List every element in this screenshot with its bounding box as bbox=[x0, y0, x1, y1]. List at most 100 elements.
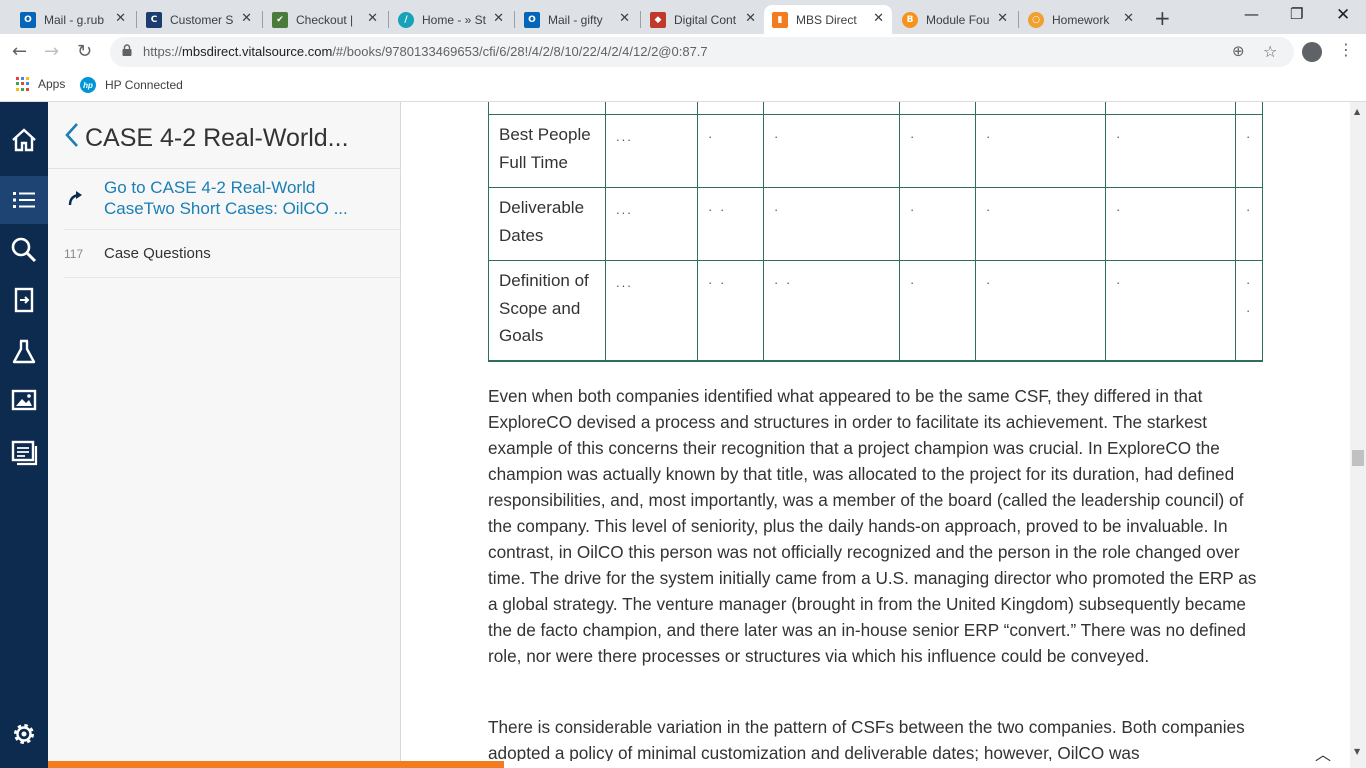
page-scrollbar[interactable]: ▲ ▼ bbox=[1350, 102, 1366, 768]
goto-section-label: Go to CASE 4-2 Real-World CaseTwo Short … bbox=[104, 178, 348, 218]
chrome-menu-icon[interactable]: ⋮ bbox=[1338, 40, 1354, 59]
close-tab-icon[interactable]: ✕ bbox=[745, 11, 756, 26]
browser-tab-strip: O Mail - g.rub ✕ C Customer S ✕ ✔ Checko… bbox=[0, 0, 1366, 34]
flashcards-button[interactable] bbox=[0, 328, 48, 376]
minimize-button[interactable]: — bbox=[1244, 5, 1259, 23]
tab-customer-service[interactable]: C Customer S ✕ bbox=[138, 5, 260, 34]
bookmark-label: Apps bbox=[38, 77, 66, 91]
close-tab-icon[interactable]: ✕ bbox=[493, 11, 504, 26]
go-to-page-button[interactable] bbox=[0, 276, 48, 324]
scroll-up-icon[interactable]: ▲ bbox=[1354, 107, 1360, 116]
table-cell: · · bbox=[763, 260, 900, 361]
bookmark-hp-connected[interactable]: hp HP Connected bbox=[80, 77, 183, 93]
tab-checkout[interactable]: ✔ Checkout | ✕ bbox=[264, 5, 386, 34]
tab-mbs-direct[interactable]: ▮ MBS Direct ✕ bbox=[764, 5, 892, 34]
table-cell bbox=[488, 102, 606, 115]
tab-module[interactable]: B Module Fou ✕ bbox=[894, 5, 1016, 34]
table-cell: · bbox=[697, 114, 764, 188]
tab-mail-gifty[interactable]: O Mail - gifty ✕ bbox=[516, 5, 638, 34]
new-tab-button[interactable]: + bbox=[1154, 6, 1171, 30]
table-cell: · bbox=[899, 114, 976, 188]
table-cell: · bbox=[975, 260, 1106, 361]
reading-progress-fill bbox=[48, 761, 504, 768]
table-cell: · · bbox=[697, 260, 764, 361]
outlook-icon: O bbox=[524, 11, 540, 28]
contents-button[interactable] bbox=[0, 176, 48, 224]
tab-homework[interactable]: ○ Homework ✕ bbox=[1020, 5, 1142, 34]
outlook-icon: O bbox=[20, 11, 36, 28]
address-bar[interactable]: https://mbsdirect.vitalsource.com/#/book… bbox=[110, 37, 1294, 67]
close-tab-icon[interactable]: ✕ bbox=[997, 11, 1008, 26]
table-cell: ... bbox=[605, 260, 698, 361]
table-cell: · · bbox=[697, 187, 764, 261]
lock-icon bbox=[122, 44, 132, 56]
close-tab-icon[interactable]: ✕ bbox=[115, 11, 126, 26]
redirect-arrow-icon bbox=[68, 191, 82, 206]
settings-button[interactable] bbox=[0, 710, 48, 758]
toc-title: CASE 4-2 Real-World... bbox=[85, 124, 349, 152]
table-cell: · bbox=[1234, 187, 1264, 261]
chevron-up-icon[interactable]: ︿ bbox=[1308, 741, 1338, 764]
tab-digital-content[interactable]: ◆ Digital Cont ✕ bbox=[642, 5, 764, 34]
forward-arrow-icon[interactable]: → bbox=[44, 41, 59, 62]
tab-home[interactable]: / Home - » St ✕ bbox=[390, 5, 512, 34]
close-tab-icon[interactable]: ✕ bbox=[241, 11, 252, 26]
close-window-button[interactable]: ✕ bbox=[1336, 5, 1350, 25]
tab-title: Customer S bbox=[170, 12, 234, 27]
table-cell: · bbox=[1234, 114, 1264, 188]
table-cell: · bbox=[899, 260, 976, 361]
notes-button[interactable] bbox=[0, 428, 48, 476]
url-text: https://mbsdirect.vitalsource.com/#/book… bbox=[143, 44, 708, 59]
table-row: Best People Full Time ... · · · · · · bbox=[488, 114, 1264, 188]
bitcoin-icon: B bbox=[902, 11, 918, 28]
table-cell: · · bbox=[1234, 260, 1264, 361]
close-tab-icon[interactable]: ✕ bbox=[873, 11, 884, 26]
close-tab-icon[interactable]: ✕ bbox=[1123, 11, 1134, 26]
toc-item-case-questions[interactable]: 117 Case Questions bbox=[64, 230, 401, 278]
goto-section-link[interactable]: Go to CASE 4-2 Real-World CaseTwo Short … bbox=[64, 170, 401, 230]
reload-icon[interactable]: ↻ bbox=[77, 41, 92, 62]
table-of-contents-panel: CASE 4-2 Real-World... Go to CASE 4-2 Re… bbox=[48, 102, 401, 768]
table-cell: ... bbox=[605, 114, 698, 188]
table-cell: · bbox=[763, 187, 900, 261]
bookmark-label: HP Connected bbox=[105, 78, 183, 92]
image-icon bbox=[11, 389, 37, 411]
figures-button[interactable] bbox=[0, 376, 48, 424]
tab-title: Checkout | bbox=[296, 12, 354, 27]
back-arrow-icon[interactable]: ← bbox=[12, 41, 27, 62]
close-tab-icon[interactable]: ✕ bbox=[619, 11, 630, 26]
close-tab-icon[interactable]: ✕ bbox=[367, 11, 378, 26]
tab-title: Module Fou bbox=[926, 12, 990, 27]
toc-page-number: 117 bbox=[64, 247, 84, 261]
table-cell: · bbox=[763, 114, 900, 188]
url-scheme: https:// bbox=[143, 44, 183, 59]
zoom-icon[interactable]: ⊕ bbox=[1232, 42, 1245, 60]
url-host: mbsdirect.vitalsource.com bbox=[182, 44, 333, 59]
table-row bbox=[488, 102, 1264, 115]
scrollbar-thumb[interactable] bbox=[1352, 450, 1364, 466]
home-button[interactable] bbox=[0, 116, 48, 164]
apps-grid-icon bbox=[16, 77, 30, 91]
toc-item-label: Case Questions bbox=[104, 245, 211, 262]
tab-title: Home - » St bbox=[422, 12, 487, 27]
reading-progress-bar bbox=[48, 761, 1350, 768]
bookmark-apps[interactable]: Apps bbox=[16, 77, 65, 91]
gear-icon bbox=[14, 724, 34, 744]
table-cell: · bbox=[975, 187, 1106, 261]
maximize-button[interactable]: ❐ bbox=[1290, 5, 1303, 23]
table-row: Definition of Scope and Goals ... · · · … bbox=[488, 260, 1264, 361]
chevron-left-icon[interactable] bbox=[64, 121, 80, 149]
table-cell: · bbox=[975, 114, 1106, 188]
search-icon bbox=[11, 237, 37, 263]
tab-mail-g-rub[interactable]: O Mail - g.rub ✕ bbox=[12, 5, 134, 34]
customer-service-icon: C bbox=[146, 11, 162, 28]
scroll-down-icon[interactable]: ▼ bbox=[1354, 747, 1360, 756]
bookmark-star-icon[interactable]: ☆ bbox=[1263, 42, 1277, 61]
home-site-icon: / bbox=[398, 11, 414, 28]
search-button[interactable] bbox=[0, 226, 48, 274]
profile-avatar-icon[interactable] bbox=[1302, 42, 1322, 62]
list-icon bbox=[13, 192, 35, 208]
table-cell: · bbox=[1105, 114, 1236, 188]
body-paragraph: Even when both companies identified what… bbox=[488, 386, 1257, 666]
book-icon: ◆ bbox=[650, 11, 666, 28]
